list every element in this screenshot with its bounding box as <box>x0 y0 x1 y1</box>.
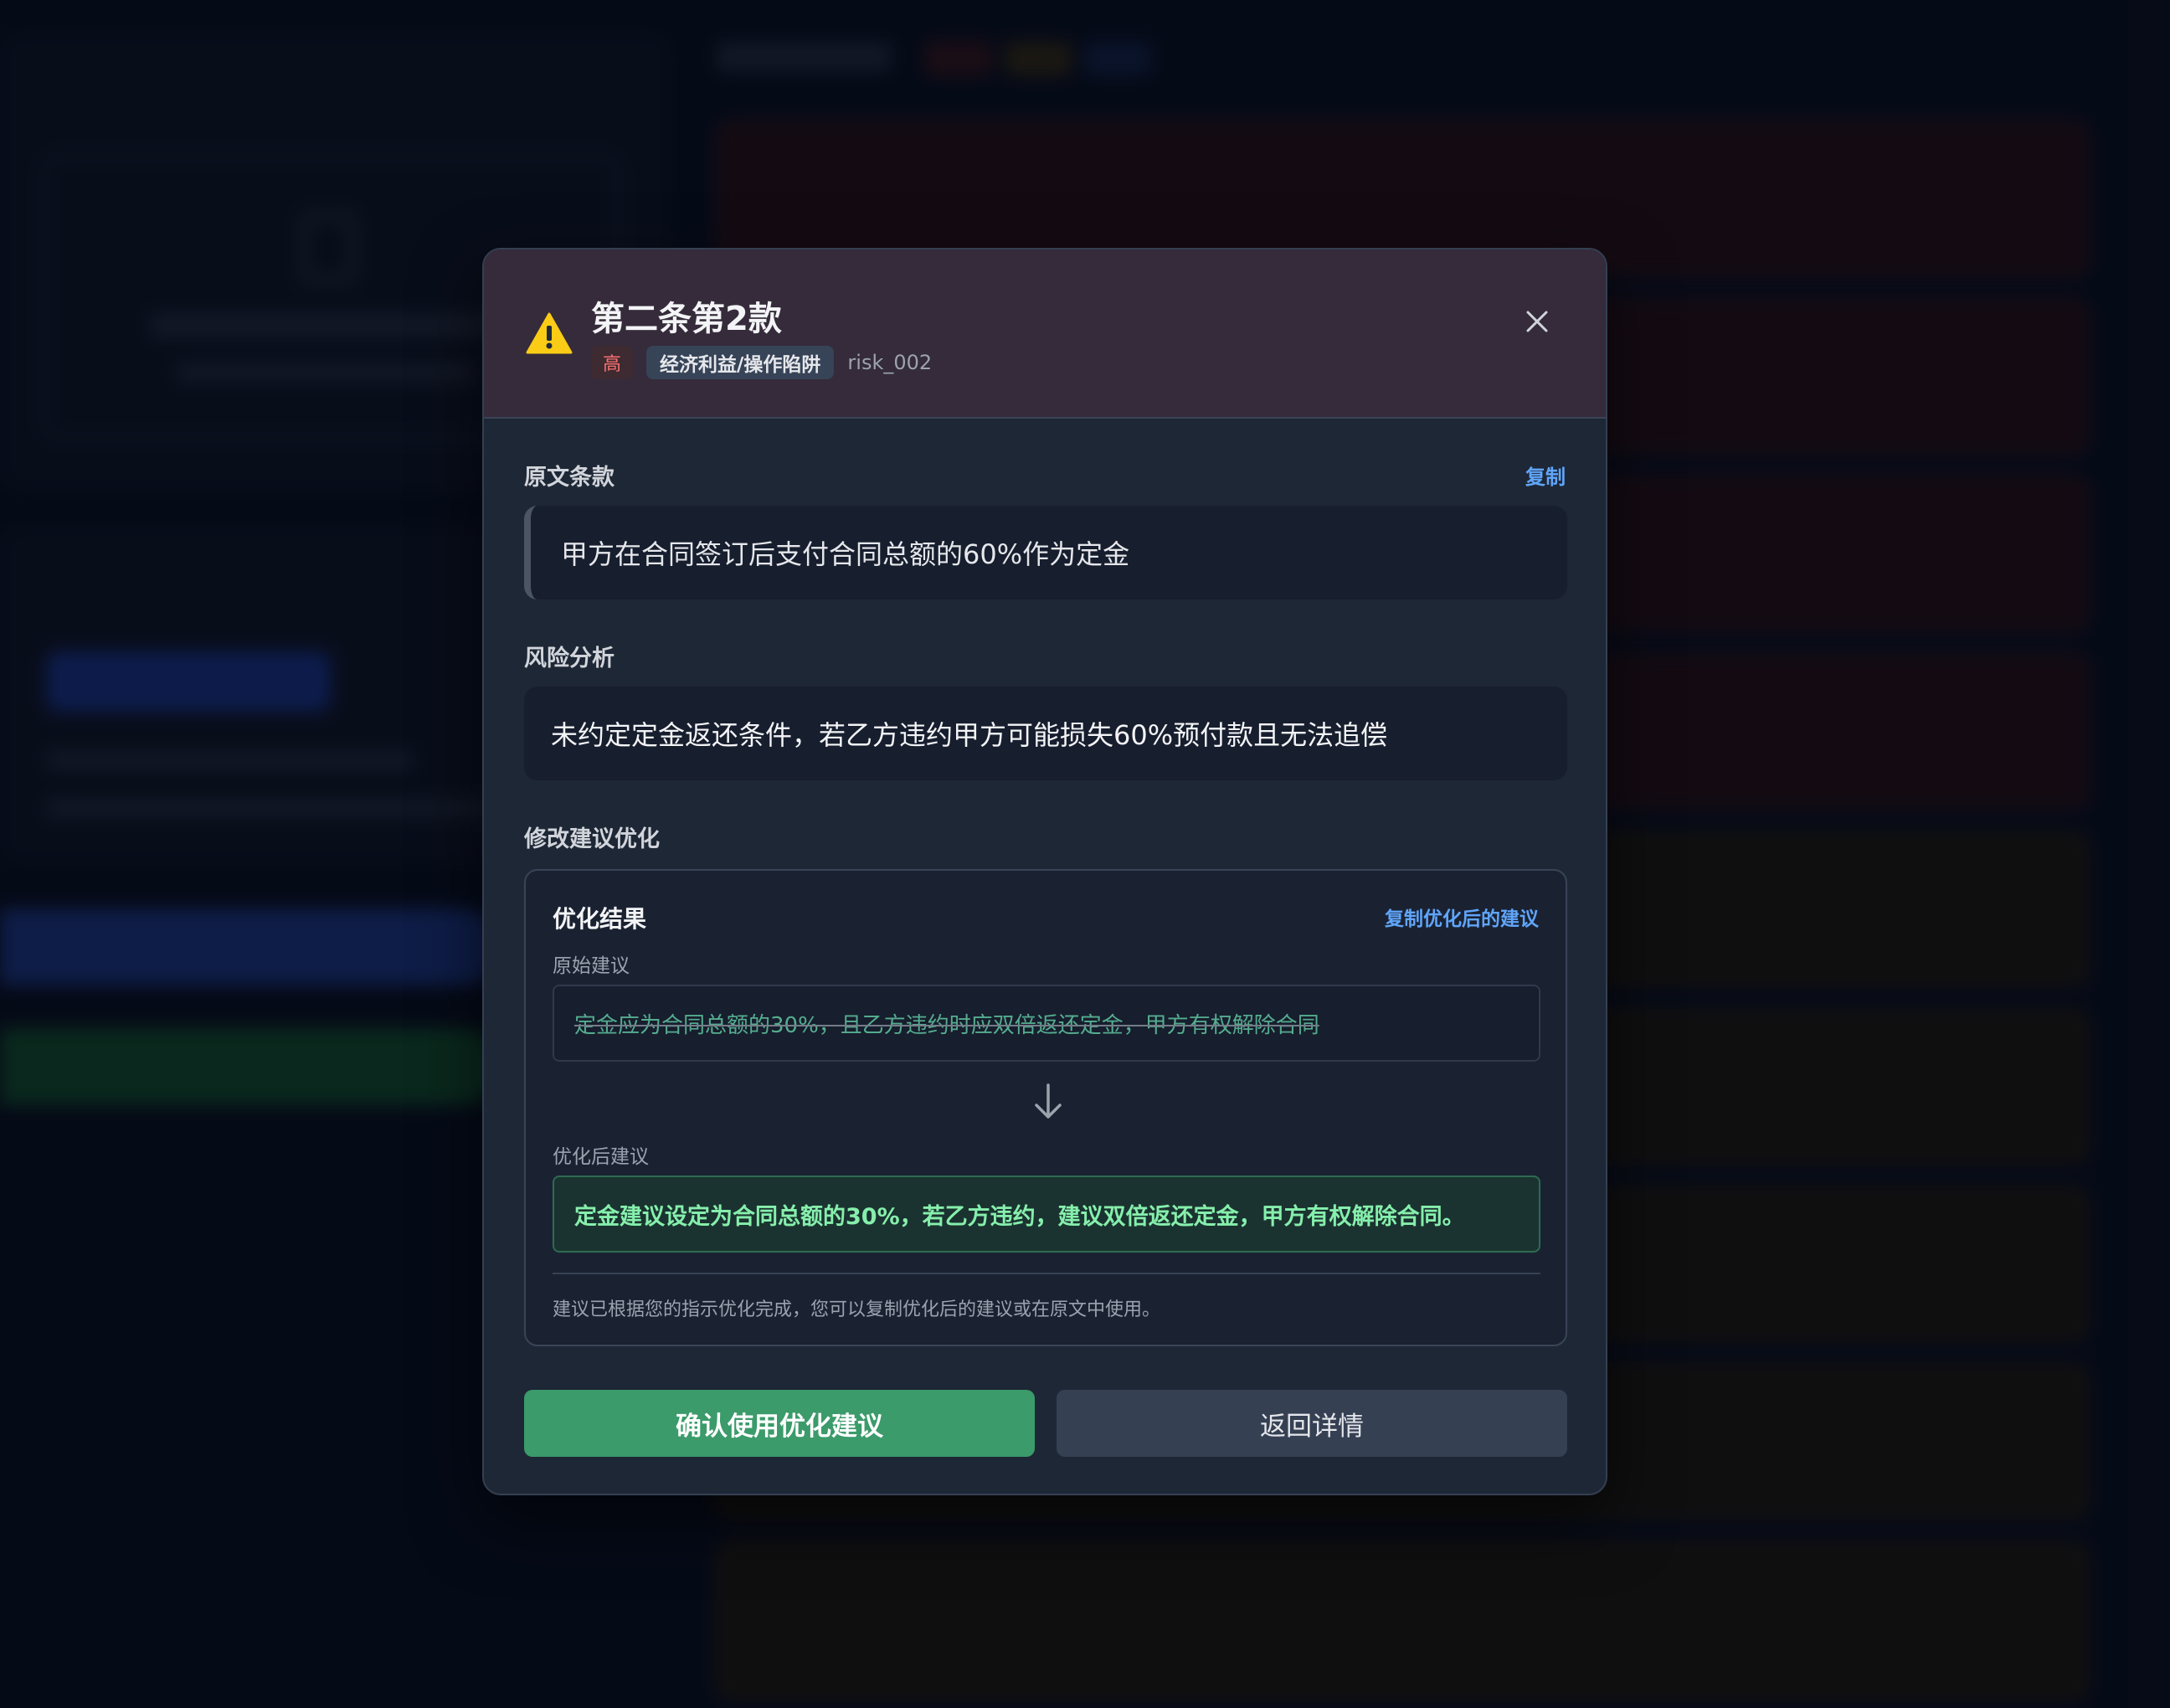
close-button[interactable] <box>1519 303 1556 340</box>
optimize-result-title: 优化结果 <box>553 905 647 933</box>
divider <box>553 1273 1540 1274</box>
risk-id: risk_002 <box>847 351 933 374</box>
original-clause-text: 甲方在合同签订后支付合同总额的60%作为定金 <box>524 506 1567 599</box>
original-suggestion-text: 定金应为合同总额的30%，且乙方违约时应双倍返还定金，甲方有权解除合同 <box>553 985 1540 1062</box>
modal-header: 第二条第2款 高 经济利益/操作陷阱 risk_002 <box>484 250 1606 419</box>
original-clause-label: 原文条款 <box>524 465 614 491</box>
original-suggestion-label: 原始建议 <box>553 955 630 977</box>
close-icon <box>1526 311 1548 332</box>
modal-title: 第二条第2款 <box>591 300 782 338</box>
optimize-note: 建议已根据您的指示优化完成，您可以复制优化后的建议或在原文中使用。 <box>553 1299 1161 1320</box>
confirm-optimized-button[interactable]: 确认使用优化建议 <box>524 1390 1035 1457</box>
category-badge: 经济利益/操作陷阱 <box>646 346 835 379</box>
copy-button[interactable]: 复制 <box>1525 460 1566 490</box>
severity-badge: 高 <box>591 346 634 379</box>
risk-analysis-label: 风险分析 <box>524 646 614 671</box>
arrow-down-icon <box>1035 1083 1062 1119</box>
optimize-suggestion-modal: 第二条第2款 高 经济利益/操作陷阱 risk_002 原文条款 复制 甲方在合… <box>482 248 1607 1495</box>
optimize-result-panel: 优化结果 复制优化后的建议 原始建议 定金应为合同总额的30%，且乙方违约时应双… <box>524 869 1567 1346</box>
copy-optimized-button[interactable]: 复制优化后的建议 <box>1385 903 1539 931</box>
warning-icon <box>526 312 573 354</box>
app-screen: 第二条第2款 高 经济利益/操作陷阱 risk_002 原文条款 复制 甲方在合… <box>0 0 2170 1708</box>
back-to-details-button[interactable]: 返回详情 <box>1057 1390 1567 1457</box>
optimized-suggestion-label: 优化后建议 <box>553 1146 649 1168</box>
risk-analysis-text: 未约定定金返还条件，若乙方违约甲方可能损失60%预付款且无法追偿 <box>524 687 1567 780</box>
optimized-suggestion-text: 定金建议设定为合同总额的30%，若乙方违约，建议双倍返还定金，甲方有权解除合同。 <box>553 1176 1540 1253</box>
meta-row: 高 经济利益/操作陷阱 risk_002 <box>591 345 932 380</box>
optimize-section-label: 修改建议优化 <box>524 826 660 852</box>
